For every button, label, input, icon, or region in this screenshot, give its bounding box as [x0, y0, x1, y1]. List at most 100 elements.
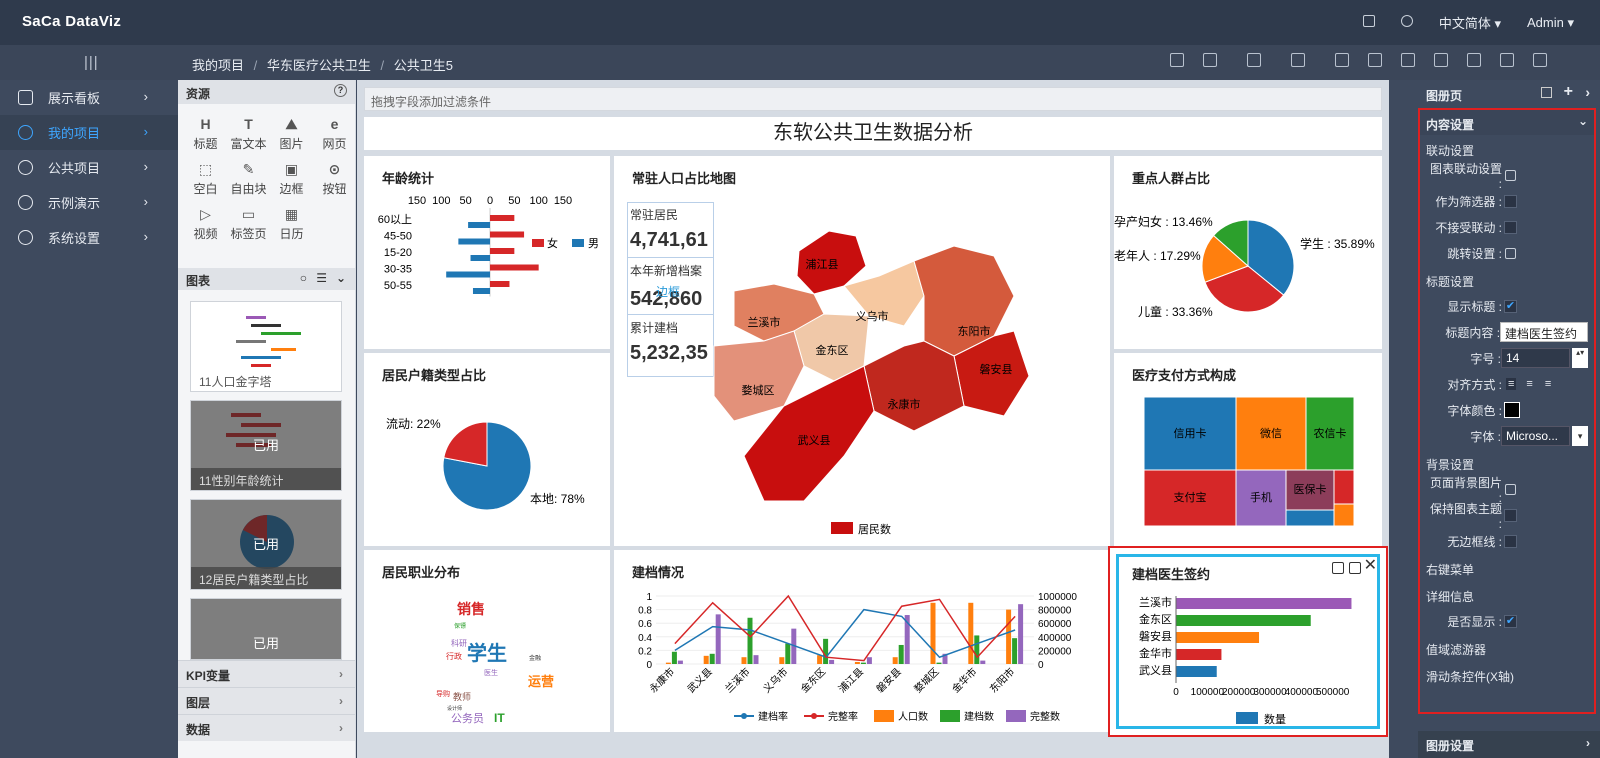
- font-select[interactable]: Microso...: [1501, 426, 1571, 446]
- sidebar: 展示看板 › 我的项目 › 公共项目 › 示例演示 › 系统设置 ›: [0, 80, 178, 758]
- album-settings[interactable]: 图册设置 ›: [1418, 731, 1600, 758]
- panel-archive[interactable]: 建档情况 1 0.8 0.6 0.4 0.2 0 1000000 800000 600000 40…: [614, 550, 1110, 732]
- section-kpi[interactable]: KPI变量 ›: [178, 660, 355, 687]
- slice-label: 本地: 78%: [530, 492, 585, 506]
- filter-dropzone[interactable]: 拖拽字段添加过滤条件: [364, 87, 1382, 111]
- no-link-checkbox[interactable]: [1504, 220, 1517, 234]
- dashboard-title[interactable]: 东软公共卫生数据分析: [364, 117, 1382, 150]
- edit-icon[interactable]: [1505, 483, 1516, 495]
- app-logo[interactable]: SaCa DataViz: [22, 13, 121, 30]
- font-color-swatch[interactable]: [1504, 402, 1520, 418]
- resource-blank[interactable]: ⬚ 空白: [184, 158, 227, 197]
- preview-icon[interactable]: [1291, 53, 1305, 67]
- panel-signing-selected[interactable]: 建档医生签约 ✕ 兰溪市 金东区 磐安县 金华市 武义县 0 100000 200000 300…: [1108, 546, 1388, 737]
- align-center-icon[interactable]: ≡: [1526, 378, 1532, 390]
- sidebar-item-public-projects[interactable]: 公共项目 ›: [0, 150, 178, 185]
- group-context-menu[interactable]: 右键菜单: [1420, 554, 1594, 581]
- row-as-filter: 作为筛选器 :: [1420, 188, 1594, 214]
- sidebar-item-dashboard[interactable]: 展示看板 ›: [0, 80, 178, 115]
- panel-key-population[interactable]: 重点人群占比 学生 : 35.89% 儿童 : 33.36% 老年人 : 17.29…: [1114, 156, 1382, 349]
- resource-title[interactable]: H 标题: [184, 113, 227, 152]
- chevron-right-icon[interactable]: ›: [1585, 84, 1590, 100]
- edit-icon[interactable]: [1362, 15, 1375, 30]
- chart-thumb[interactable]: 已用 12居民户籍类型占比: [190, 499, 342, 590]
- resource-calendar[interactable]: ▦ 日历: [270, 203, 313, 242]
- legend-swatch: [741, 713, 747, 719]
- tile-label: 支付宝: [1174, 490, 1207, 504]
- row-no-border: 无边框线 :: [1420, 528, 1594, 554]
- resource-tabpage[interactable]: ▭ 标签页: [227, 203, 270, 242]
- chart-thumb[interactable]: 11人口金字塔: [190, 301, 342, 392]
- bar: [817, 655, 823, 664]
- chevron-down-icon[interactable]: ⌄: [336, 271, 346, 285]
- axis-tick: 0: [1038, 660, 1044, 671]
- sidebar-item-settings[interactable]: 系统设置 ›: [0, 220, 178, 255]
- link-icon[interactable]: [1368, 53, 1382, 67]
- sidebar-item-examples[interactable]: 示例演示 ›: [0, 185, 178, 220]
- edit-icon[interactable]: [1505, 169, 1516, 181]
- no-border-checkbox[interactable]: [1504, 534, 1517, 548]
- plus-icon[interactable]: +: [1564, 83, 1573, 101]
- show-detail-checkbox[interactable]: ✔: [1504, 614, 1517, 628]
- toolbar: ||| 我的项目 / 华东医疗公共卫生 / 公共卫生5: [0, 45, 1600, 80]
- panel-payment[interactable]: 医疗支付方式构成 信用卡 微信 农信卡 支付宝 手机 医保卡: [1114, 353, 1382, 546]
- redo-icon[interactable]: [1203, 53, 1217, 67]
- thumb-caption: 11人口金字塔: [199, 375, 272, 389]
- help-icon[interactable]: ?: [334, 84, 347, 97]
- font-size-input[interactable]: 14: [1501, 348, 1571, 368]
- language-select[interactable]: 中文简体 ▾: [1439, 13, 1501, 32]
- list-icon[interactable]: ☰: [316, 271, 327, 285]
- stepper[interactable]: ▴▾: [1572, 348, 1588, 368]
- resource-webpage[interactable]: e 网页: [313, 113, 356, 152]
- resource-richtext[interactable]: T 富文本: [227, 113, 270, 152]
- row-font: 字体 : Microso... ▾: [1420, 423, 1594, 449]
- help-icon[interactable]: [1400, 15, 1413, 30]
- keep-theme-checkbox[interactable]: [1504, 508, 1517, 522]
- tag-icon[interactable]: [1500, 53, 1514, 67]
- chart-thumb[interactable]: 已用: [190, 598, 342, 660]
- copy-icon[interactable]: [1541, 87, 1552, 98]
- resource-border[interactable]: ▣ 边框: [270, 158, 313, 197]
- export-icon[interactable]: [1401, 53, 1415, 67]
- axis-tick: 0: [646, 660, 652, 671]
- user-menu[interactable]: Admin ▾: [1527, 15, 1574, 31]
- group-slider-x[interactable]: 滑动条控件(X轴): [1420, 661, 1594, 688]
- card-icon[interactable]: [1335, 53, 1349, 67]
- breadcrumb-item[interactable]: 我的项目: [192, 58, 244, 73]
- resource-video[interactable]: ▷ 视频: [184, 203, 227, 242]
- resource-freeblock[interactable]: ✎ 自由块: [227, 158, 270, 197]
- sidebar-item-my-projects[interactable]: 我的项目 ›: [0, 115, 178, 150]
- undo-icon[interactable]: [1170, 53, 1184, 67]
- resource-button[interactable]: ⊙ 按钮: [313, 158, 356, 197]
- cloud-word: 医生: [484, 668, 498, 677]
- share-icon[interactable]: [1467, 53, 1481, 67]
- edit-icon[interactable]: [1505, 247, 1516, 259]
- section-data[interactable]: 数据 ›: [178, 714, 355, 741]
- pdf-icon[interactable]: [1434, 53, 1448, 67]
- panel-occupation[interactable]: 居民职业分布 销售 保镖 科研 学生 行政 金融 医生 运营 导购 教师 设计师…: [364, 550, 610, 732]
- chart-thumb[interactable]: 已用 11性别年龄统计: [190, 400, 342, 491]
- category-label: 50-55: [384, 280, 412, 292]
- category-label: 30-35: [384, 264, 412, 276]
- panel-age-stats[interactable]: 年龄统计 150 100 50 0 50 100 150 60以上 45-50 15-20 30-3…: [364, 156, 610, 349]
- resource-image[interactable]: ⛰ 图片: [270, 113, 313, 152]
- group-value-filter[interactable]: 值域滤游器: [1420, 634, 1594, 661]
- save-icon[interactable]: [1247, 53, 1261, 67]
- align-left-icon[interactable]: ≡: [1506, 378, 1517, 390]
- title-content-input[interactable]: 建档医生签约: [1500, 322, 1588, 342]
- row-show-detail: 是否显示 : ✔: [1447, 614, 1517, 629]
- panel-household[interactable]: 居民户籍类型占比 本地: 78% 流动: 22%: [364, 353, 610, 546]
- content-settings-header[interactable]: 内容设置 ⌄: [1420, 110, 1594, 135]
- back-icon[interactable]: [1533, 53, 1547, 67]
- search-icon[interactable]: ○: [300, 271, 307, 285]
- chevron-down-icon[interactable]: ▾: [1572, 426, 1588, 446]
- show-title-checkbox[interactable]: ✔: [1504, 299, 1517, 313]
- collapse-menu-icon[interactable]: |||: [84, 54, 99, 71]
- cloud-word: 教师: [453, 691, 471, 702]
- bar: [974, 635, 980, 664]
- section-layers[interactable]: 图层 ›: [178, 687, 355, 714]
- breadcrumb-item[interactable]: 华东医疗公共卫生: [267, 58, 371, 73]
- align-right-icon[interactable]: ≡: [1545, 378, 1551, 390]
- panel-map[interactable]: 常驻人口占比地图 常驻居民 4,741,61 本年新增档案 边框 542,860…: [614, 156, 1110, 546]
- as-filter-checkbox[interactable]: [1504, 194, 1517, 208]
